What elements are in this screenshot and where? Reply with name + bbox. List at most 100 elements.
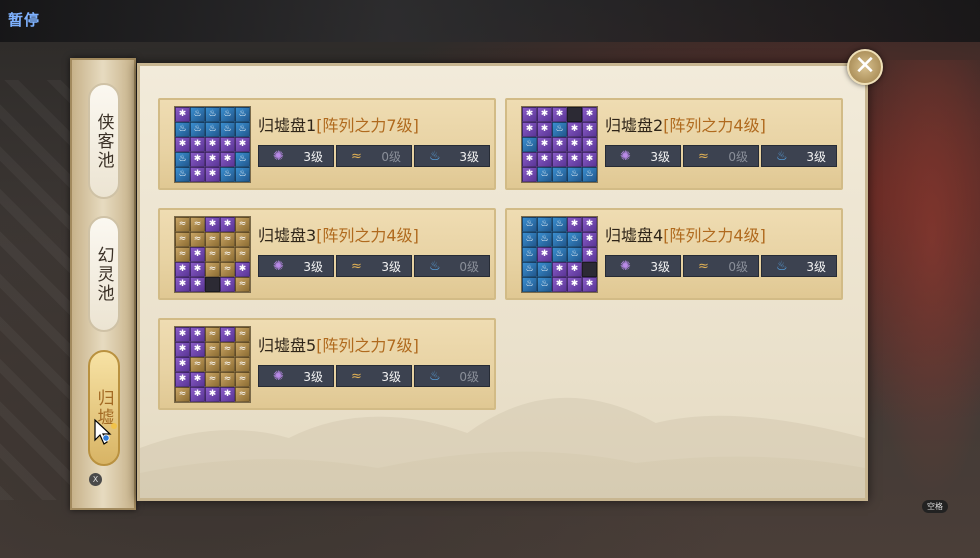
purple-slot: ✱ — [582, 247, 597, 262]
purple-slot: ✱ — [220, 217, 235, 232]
gold-slot: ≈ — [220, 262, 235, 277]
purple-slot: ✱ — [175, 262, 190, 277]
purple-level-stat: ✺ 3级 — [258, 365, 334, 387]
level-value: 0级 — [728, 149, 748, 164]
board-title: 归墟盘2[阵列之力4级] — [605, 112, 766, 136]
gold-slot: ≈ — [235, 342, 250, 357]
blue-slot: ♨ — [552, 247, 567, 262]
purple-slot: ✱ — [567, 262, 582, 277]
purple-slot: ✱ — [567, 277, 582, 292]
array-power-tier: [阵列之力4级] — [663, 226, 766, 245]
board-card-4[interactable]: ♨ ♨ ♨ ✱ ✱ ♨ ♨ ♨ ♨ ✱ ♨ ✱ ♨ ♨ ✱ ♨ ♨ ✱ ✱ ♨ ♨ ✱ ✱ ✱ 归墟盘4[阵列之力4级] ✺ 3级 ≈… — [505, 208, 843, 300]
purple-slot: ✱ — [582, 152, 597, 167]
purple-slot: ✱ — [552, 262, 567, 277]
blue-slot: ♨ — [522, 232, 537, 247]
blue-element-icon: ♨ — [429, 368, 441, 384]
key-hint-space: 空格 — [922, 500, 948, 513]
level-value: 0级 — [728, 259, 748, 274]
element-levels: ✺ 3级 ≈0级 ♨ 3级 — [605, 145, 837, 167]
purple-slot: ✱ — [522, 167, 537, 182]
level-value: 3级 — [459, 149, 479, 164]
tab-guixu[interactable]: 归墟 — [88, 350, 120, 466]
blue-slot: ♨ — [552, 217, 567, 232]
purple-slot: ✱ — [190, 247, 205, 262]
purple-level-stat: ✺ 3级 — [605, 255, 681, 277]
gold-slot: ≈ — [205, 342, 220, 357]
gold-slot: ≈ — [235, 247, 250, 262]
blue-level-stat: ♨ 3级 — [761, 255, 837, 277]
purple-slot: ✱ — [220, 327, 235, 342]
level-value: 3级 — [806, 149, 826, 164]
array-power-tier: [阵列之力4级] — [316, 226, 419, 245]
gold-slot: ≈ — [205, 327, 220, 342]
element-levels: ✺ 3级 ≈3级 ♨ 0级 — [258, 255, 490, 277]
array-power-tier: [阵列之力7级] — [316, 336, 419, 355]
gold-slot: ≈ — [220, 342, 235, 357]
blue-slot: ♨ — [522, 217, 537, 232]
gold-slot: ≈ — [235, 372, 250, 387]
blue-slot: ♨ — [522, 262, 537, 277]
level-value: 0级 — [381, 149, 401, 164]
gold-slot: ≈ — [220, 247, 235, 262]
blue-level-stat: ♨ 0级 — [414, 365, 490, 387]
blue-element-icon: ♨ — [429, 148, 441, 164]
close-button[interactable]: ✕ — [847, 49, 883, 85]
gold-slot: ≈ — [205, 357, 220, 372]
blue-slot: ♨ — [582, 167, 597, 182]
level-value: 3级 — [303, 259, 323, 274]
gold-level-stat: ≈3级 — [336, 255, 412, 277]
gold-slot: ≈ — [175, 217, 190, 232]
purple-slot: ✱ — [175, 357, 190, 372]
gold-level-stat: ≈3级 — [336, 365, 412, 387]
purple-element-icon: ✺ — [273, 258, 284, 274]
gold-slot: ≈ — [190, 217, 205, 232]
purple-slot: ✱ — [175, 277, 190, 292]
purple-slot: ✱ — [190, 277, 205, 292]
board-card-2[interactable]: ✱ ✱ ✱ ✱ ✱ ✱ ♨ ✱ ✱ ♨ ✱ ✱ ✱ ✱ ✱ ✱ ✱ ✱ ✱ ✱ ♨ ♨ ♨ ♨ 归墟盘2[阵列之力4级] ✺ 3级 ≈… — [505, 98, 843, 190]
gold-slot: ≈ — [205, 247, 220, 262]
gold-slot: ≈ — [220, 357, 235, 372]
blue-slot: ♨ — [235, 167, 250, 182]
purple-slot: ✱ — [537, 122, 552, 137]
tab-huanling-pool[interactable]: 幻灵池 — [88, 216, 120, 332]
board-card-5[interactable]: ✱ ✱ ≈ ✱ ≈ ✱ ✱ ≈ ≈ ≈ ✱ ≈ ≈ ≈ ≈ ✱ ✱ ≈ ≈ ≈ ≈ ✱ ✱ ✱ ≈ 归墟盘5[阵列之力7级] ✺ 3级… — [158, 318, 496, 410]
pause-label[interactable]: 暂停 — [8, 9, 40, 30]
blue-element-icon: ♨ — [429, 258, 441, 274]
gold-level-stat: ≈0级 — [683, 255, 759, 277]
purple-slot: ✱ — [537, 107, 552, 122]
gold-level-stat: ≈0级 — [683, 145, 759, 167]
element-levels: ✺ 3级 ≈3级 ♨ 0级 — [258, 365, 490, 387]
gold-slot: ≈ — [175, 232, 190, 247]
purple-slot: ✱ — [190, 167, 205, 182]
purple-slot: ✱ — [582, 107, 597, 122]
purple-slot: ✱ — [175, 372, 190, 387]
blue-slot: ♨ — [537, 217, 552, 232]
blue-slot: ♨ — [537, 232, 552, 247]
board-name: 归墟盘4 — [605, 226, 664, 245]
blue-slot: ♨ — [235, 107, 250, 122]
purple-slot: ✱ — [582, 277, 597, 292]
tab-xiake-pool[interactable]: 侠客池 — [88, 83, 120, 199]
purple-slot: ✱ — [175, 327, 190, 342]
purple-slot: ✱ — [567, 137, 582, 152]
gold-slot: ≈ — [190, 357, 205, 372]
level-value: 0级 — [459, 259, 479, 274]
gold-slot: ≈ — [205, 232, 220, 247]
purple-element-icon: ✺ — [620, 258, 631, 274]
purple-slot: ✱ — [567, 122, 582, 137]
board-card-3[interactable]: ≈ ≈ ✱ ✱ ≈ ≈ ≈ ≈ ≈ ≈ ≈ ✱ ≈ ≈ ≈ ✱ ✱ ≈ ≈ ✱ ✱ ✱ ✱ ≈ 归墟盘3[阵列之力4级] ✺ 3级 ≈… — [158, 208, 496, 300]
level-value: 3级 — [650, 259, 670, 274]
board-card-1[interactable]: ✱ ♨ ♨ ♨ ♨ ♨ ♨ ♨ ♨ ♨ ✱ ✱ ✱ ✱ ✱ ♨ ✱ ✱ ✱ ♨ ♨ ✱ ✱ ♨ ♨ 归墟盘1[阵列之力7级] ✺ 3级… — [158, 98, 496, 190]
purple-slot: ✱ — [205, 137, 220, 152]
purple-slot: ✱ — [205, 387, 220, 402]
gold-slot: ≈ — [220, 232, 235, 247]
level-value: 3级 — [806, 259, 826, 274]
gold-slot: ≈ — [190, 232, 205, 247]
blue-slot: ♨ — [567, 232, 582, 247]
gold-slot: ≈ — [205, 262, 220, 277]
blue-slot: ♨ — [235, 122, 250, 137]
purple-level-stat: ✺ 3级 — [258, 255, 334, 277]
purple-slot: ✱ — [175, 107, 190, 122]
purple-slot: ✱ — [175, 342, 190, 357]
purple-element-icon: ✺ — [620, 148, 631, 164]
